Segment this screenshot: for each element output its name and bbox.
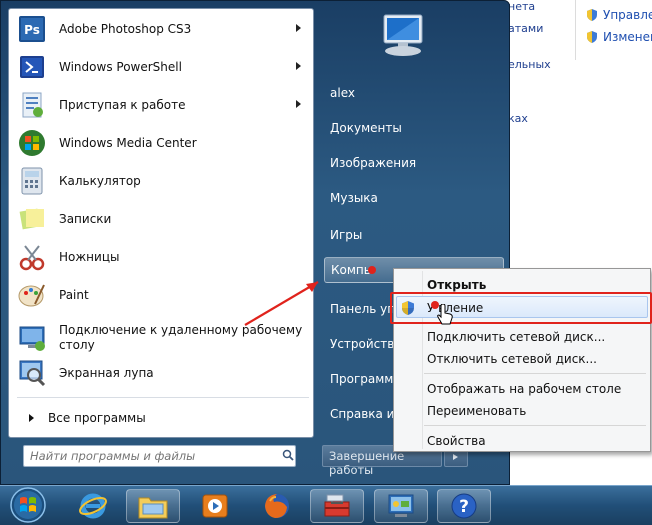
control-panel-icon xyxy=(388,494,414,517)
start-orb-icon[interactable] xyxy=(8,486,48,524)
media-center-icon xyxy=(19,130,45,156)
games-link[interactable]: Игры xyxy=(324,222,504,248)
ctx-show-on-desktop[interactable]: Отображать на рабочем столе xyxy=(427,379,621,399)
programs-pane: Ps Adobe Photoshop CS3 Windows PowerShel… xyxy=(8,8,314,438)
all-programs-button[interactable]: Все программы xyxy=(19,407,309,429)
submenu-arrow-icon[interactable] xyxy=(296,100,301,108)
taskbar-control-panel[interactable] xyxy=(374,489,428,523)
toolbox-icon xyxy=(324,494,350,517)
uac-shield-icon xyxy=(587,9,597,21)
search-icon[interactable] xyxy=(282,449,294,461)
photoshop-icon: Ps xyxy=(19,16,45,42)
firefox-icon xyxy=(265,494,289,518)
svg-text:?: ? xyxy=(459,497,469,517)
powershell-icon xyxy=(20,56,44,78)
media-player-icon xyxy=(202,494,228,518)
program-remote-desktop[interactable]: Подключение к удаленному рабочему столу xyxy=(11,318,311,358)
remote-desktop-icon xyxy=(19,326,45,351)
ctx-properties[interactable]: Свойства xyxy=(427,431,486,451)
ctx-map-network-drive[interactable]: Подключить сетевой диск... xyxy=(427,327,605,347)
uac-shield-icon xyxy=(587,31,597,43)
getting-started-icon xyxy=(22,92,43,118)
annotation-highlight-frame xyxy=(390,292,652,324)
remote-desktop-label-line2: столу xyxy=(59,338,95,352)
magnifier-icon xyxy=(19,360,46,387)
user-name-link[interactable]: alex xyxy=(324,80,504,106)
bg-link-manage[interactable]: Управле xyxy=(585,8,652,22)
internet-explorer-icon xyxy=(79,493,107,519)
taskbar-media-player[interactable] xyxy=(188,489,242,523)
music-link[interactable]: Музыка xyxy=(324,185,504,211)
program-magnifier[interactable]: Экранная лупа xyxy=(11,355,311,391)
taskbar-explorer[interactable] xyxy=(126,489,180,523)
program-photoshop[interactable]: Ps Adobe Photoshop CS3 xyxy=(11,11,311,47)
user-picture-icon[interactable] xyxy=(376,9,428,61)
bg-text-fragment: ках xyxy=(508,112,528,125)
program-calculator[interactable]: Калькулятор xyxy=(11,163,311,199)
svg-text:Ps: Ps xyxy=(24,23,40,37)
program-powershell[interactable]: Windows PowerShell xyxy=(11,49,311,85)
taskbar-internet-explorer[interactable] xyxy=(66,489,120,523)
taskbar-help[interactable]: ? xyxy=(437,489,491,523)
annotation-dot xyxy=(368,266,376,274)
help-icon: ? xyxy=(451,493,477,519)
bg-text-fragment: атами xyxy=(508,22,544,35)
bg-text-fragment: нета xyxy=(508,0,536,13)
documents-link[interactable]: Документы xyxy=(324,115,504,141)
ctx-rename[interactable]: Переименовать xyxy=(427,401,526,421)
programs-separator xyxy=(17,397,309,398)
program-media-center[interactable]: Windows Media Center xyxy=(11,125,311,161)
bg-text-fragment: ельных xyxy=(508,58,551,71)
ctx-separator xyxy=(424,425,646,426)
paint-icon xyxy=(18,284,45,307)
ctx-separator xyxy=(424,373,646,374)
program-sticky-notes[interactable]: Записки xyxy=(11,201,311,237)
taskbar-firefox[interactable] xyxy=(250,489,304,523)
explorer-folder-icon xyxy=(138,497,168,519)
cursor-hand-icon xyxy=(437,304,453,325)
snipping-tool-icon xyxy=(19,245,45,271)
bg-link-change[interactable]: Изменен xyxy=(585,30,652,44)
search-input[interactable] xyxy=(23,445,296,467)
submenu-arrow-icon[interactable] xyxy=(296,62,301,70)
program-paint[interactable]: Paint xyxy=(11,277,311,313)
sticky-notes-icon xyxy=(19,208,44,230)
program-getting-started[interactable]: Приступая к работе xyxy=(11,87,311,123)
taskbar-toolbox[interactable] xyxy=(310,489,364,523)
remote-desktop-label-line1: Подключение к удаленному рабочему xyxy=(59,323,303,337)
submenu-arrow-icon[interactable] xyxy=(296,24,301,32)
pictures-link[interactable]: Изображения xyxy=(324,150,504,176)
calculator-icon xyxy=(21,167,43,195)
arrow-right-icon xyxy=(29,414,34,422)
program-snipping-tool[interactable]: Ножницы xyxy=(11,239,311,275)
ctx-disconnect-network-drive[interactable]: Отключить сетевой диск... xyxy=(427,349,597,369)
